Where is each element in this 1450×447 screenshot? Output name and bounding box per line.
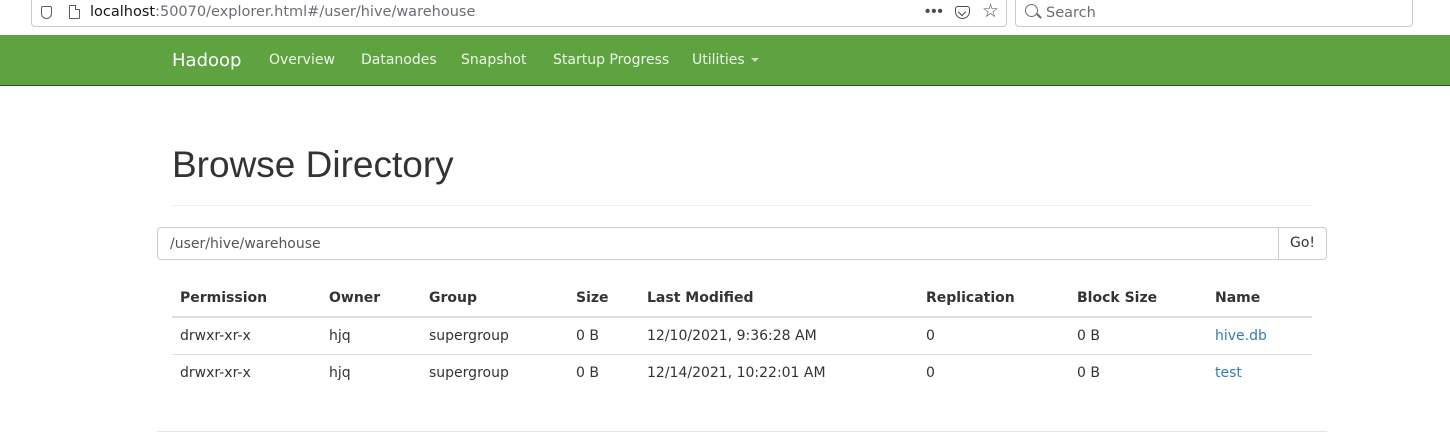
nav-item-startup-progress[interactable]: Startup Progress [553, 52, 669, 68]
cell-size: 0 B [576, 364, 599, 381]
column-header-block-size[interactable]: Block Size [1069, 280, 1207, 318]
browser-toolbar: localhost:50070/explorer.html#/user/hive… [0, 0, 1450, 34]
page-actions-menu-icon[interactable]: ••• [925, 3, 944, 20]
column-header-last-modified[interactable]: Last Modified [639, 280, 918, 318]
url-text[interactable]: localhost:50070/explorer.html#/user/hive… [90, 4, 475, 20]
entry-link-test[interactable]: test [1215, 365, 1242, 381]
table-row: drwxr-xr-x hjq supergroup 0 B 12/10/2021… [172, 317, 1312, 355]
nav-item-snapshot[interactable]: Snapshot [461, 52, 526, 68]
pocket-icon[interactable] [955, 6, 970, 19]
cell-size: 0 B [568, 317, 639, 355]
column-header-replication[interactable]: Replication [918, 280, 1069, 318]
column-header-size[interactable]: Size [568, 280, 639, 318]
nav-item-datanodes[interactable]: Datanodes [361, 52, 437, 68]
cell-replication: 0 [926, 364, 935, 381]
table-row: drwxr-xr-x hjq supergroup 0 B 12/14/2021… [172, 354, 1312, 391]
column-header-owner[interactable]: Owner [321, 280, 421, 318]
directory-table: Permission Owner Group Size Last Modifie… [172, 280, 1312, 391]
url-bar[interactable]: localhost:50070/explorer.html#/user/hive… [31, 0, 1007, 27]
bookmark-star-icon[interactable]: ☆ [982, 0, 999, 23]
cell-permission: drwxr-xr-x [172, 317, 321, 355]
search-placeholder: Search [1046, 5, 1096, 21]
cell-group: supergroup [429, 364, 509, 381]
caret-down-icon [750, 58, 759, 62]
go-button[interactable]: Go! [1278, 227, 1327, 260]
cell-name: test [1207, 354, 1312, 391]
cell-owner: hjq [321, 317, 421, 355]
cell-owner: hjq [329, 364, 351, 381]
bottom-divider [157, 431, 1327, 432]
directory-path-input[interactable] [157, 227, 1279, 260]
page-title: Browse Directory [172, 144, 454, 185]
cell-block-size: 0 B [1077, 364, 1100, 381]
column-header-name[interactable]: Name [1207, 280, 1312, 318]
cell-last-modified: 12/14/2021, 10:22:01 AM [647, 364, 826, 381]
column-header-permission[interactable]: Permission [172, 280, 321, 318]
cell-name: hive.db [1207, 317, 1312, 355]
hadoop-navbar: Hadoop Overview Datanodes Snapshot Start… [0, 35, 1450, 86]
page-info-icon[interactable] [69, 5, 80, 19]
url-host: localhost [90, 4, 156, 20]
tracking-shield-icon[interactable] [41, 6, 52, 19]
nav-item-utilities[interactable]: Utilities [692, 52, 759, 68]
url-path: :50070/explorer.html#/user/hive/warehous… [155, 4, 476, 20]
cell-last-modified: 12/10/2021, 9:36:28 AM [639, 317, 918, 355]
cell-permission: drwxr-xr-x [180, 364, 251, 381]
title-divider [172, 205, 1312, 206]
column-header-group[interactable]: Group [421, 280, 568, 318]
entry-link-hive-db[interactable]: hive.db [1215, 328, 1267, 344]
cell-block-size: 0 B [1069, 317, 1207, 355]
nav-item-utilities-label: Utilities [692, 52, 745, 68]
cell-group: supergroup [421, 317, 568, 355]
navbar-brand[interactable]: Hadoop [172, 50, 241, 71]
table-header-row: Permission Owner Group Size Last Modifie… [172, 280, 1312, 318]
search-icon [1025, 4, 1038, 17]
cell-replication: 0 [918, 317, 1069, 355]
nav-item-overview[interactable]: Overview [269, 52, 335, 68]
browser-search-input[interactable]: Search [1015, 0, 1413, 27]
